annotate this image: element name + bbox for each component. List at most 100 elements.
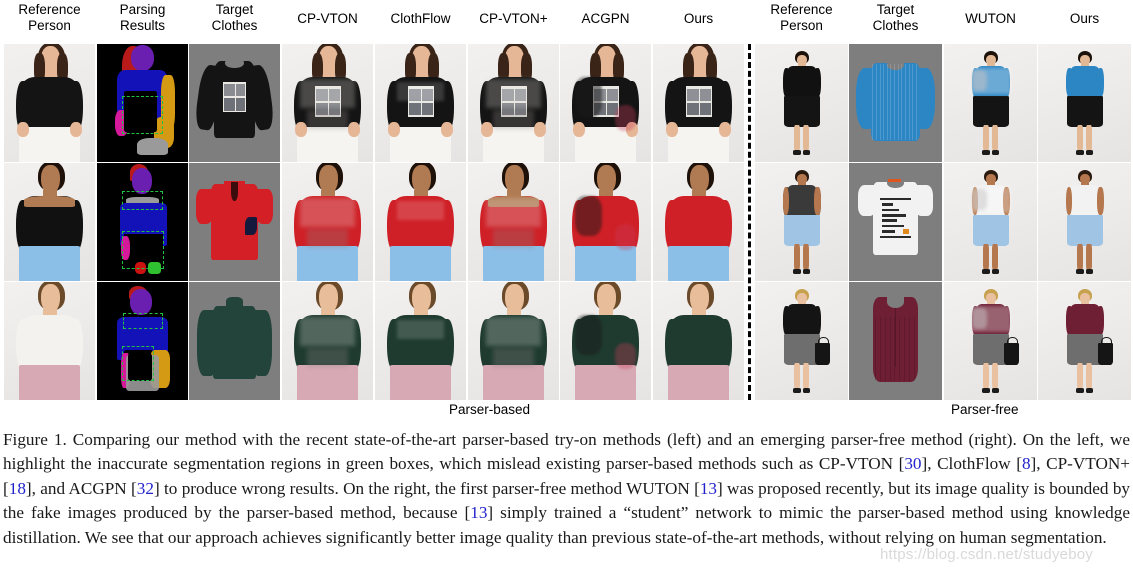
panel-image	[755, 282, 848, 400]
panel-image	[4, 282, 95, 400]
panel-image	[653, 282, 744, 400]
parser-free-label: Parser-free	[951, 402, 1019, 417]
panel-image	[944, 163, 1037, 281]
column-header-line2: Clothes	[211, 17, 258, 33]
section-divider	[748, 44, 751, 400]
panel-image	[560, 282, 651, 400]
caption-text: ], ClothFlow [	[921, 454, 1022, 474]
column-header-line1: ClothFlow	[390, 11, 451, 26]
cell-left-r3-clothflow	[375, 282, 466, 400]
panel-image	[755, 163, 848, 281]
cell-right-r1-reference-person	[755, 44, 848, 162]
column-header-line1: ACGPN	[581, 11, 630, 26]
highlight-box	[122, 95, 164, 134]
panel-image	[189, 44, 280, 162]
panel-image	[282, 44, 373, 162]
panel-image	[97, 163, 188, 281]
panel-image	[1038, 44, 1131, 162]
cell-left-r2-cp-vton	[282, 163, 373, 281]
column-header-line2: Person	[28, 17, 71, 33]
cell-right-r3-ours-right	[1038, 282, 1131, 400]
column-headers: Reference Person Parsing Results Target Cloth…	[0, 0, 1133, 42]
caption-text: ], and ACGPN [	[25, 478, 137, 498]
panel-image	[282, 163, 373, 281]
column-header-line1: WUTON	[965, 11, 1016, 26]
cell-left-r1-cp-vton-plus	[468, 44, 559, 162]
panel-image	[944, 282, 1037, 400]
caption-reference: 32	[136, 478, 154, 498]
cell-left-r3-cp-vton-plus	[468, 282, 559, 400]
cell-left-r1-target-clothes	[189, 44, 280, 162]
highlight-box	[123, 312, 164, 330]
column-header-target-clothes-left: Target Clothes	[189, 2, 280, 33]
column-header-line1: Ours	[1069, 11, 1100, 26]
panel-image	[849, 282, 942, 400]
cell-left-r3-cp-vton	[282, 282, 373, 400]
column-header-cp-vton-plus-left: CP-VTON+	[468, 11, 559, 27]
panel-image	[189, 282, 280, 400]
column-header-line1: Target	[215, 2, 254, 17]
panel-image	[97, 44, 188, 162]
cell-right-r1-wuton	[944, 44, 1037, 162]
cell-left-r1-parsing-results	[97, 44, 188, 162]
column-header-line2: Clothes	[872, 17, 919, 33]
cell-left-r1-acgpn	[560, 44, 651, 162]
figure-container: Reference Person Parsing Results Target Cloth…	[0, 0, 1133, 579]
panel-image	[944, 44, 1037, 162]
cell-left-r1-cp-vton	[282, 44, 373, 162]
cell-right-r2-reference-person	[755, 163, 848, 281]
panel-image	[1038, 163, 1131, 281]
column-header-reference-person-left: Reference Person	[4, 2, 95, 33]
panel-image	[849, 163, 942, 281]
panel-image	[468, 44, 559, 162]
cell-right-r3-target-clothes	[849, 282, 942, 400]
cell-right-r1-target-clothes	[849, 44, 942, 162]
panel-image	[97, 282, 188, 400]
cell-left-r3-target-clothes	[189, 282, 280, 400]
column-header-ours-right-right: Ours	[1038, 11, 1131, 27]
panel-image	[755, 44, 848, 162]
column-header-line2: Person	[780, 17, 823, 33]
panel-image	[4, 44, 95, 162]
cell-left-r2-target-clothes	[189, 163, 280, 281]
cell-left-r2-ours-left	[653, 163, 744, 281]
caption-reference: 30	[904, 454, 922, 474]
column-header-reference-person-right: Reference Person	[755, 2, 848, 33]
column-header-line1: Target	[876, 2, 915, 17]
panel-image	[468, 282, 559, 400]
cell-left-r1-clothflow	[375, 44, 466, 162]
panel-image	[653, 163, 744, 281]
column-header-acgpn-left: ACGPN	[560, 11, 651, 27]
cell-left-r2-acgpn	[560, 163, 651, 281]
panel-image	[4, 163, 95, 281]
highlight-box	[121, 345, 155, 382]
cell-right-r3-reference-person	[755, 282, 848, 400]
cell-left-r2-cp-vton-plus	[468, 163, 559, 281]
highlight-box	[122, 231, 165, 270]
column-header-line1: Reference	[18, 2, 81, 17]
panel-image	[375, 163, 466, 281]
column-header-wuton-right: WUTON	[944, 11, 1037, 27]
column-header-line1: CP-VTON+	[479, 11, 548, 26]
panel-image	[375, 282, 466, 400]
column-header-target-clothes-right: Target Clothes	[849, 2, 942, 33]
caption-reference: 13	[699, 478, 718, 498]
column-header-line1: Reference	[770, 2, 833, 17]
panel-image	[849, 44, 942, 162]
column-header-line1: CP-VTON	[297, 11, 358, 26]
cell-left-r2-parsing-results	[97, 163, 188, 281]
panel-image	[468, 163, 559, 281]
figure-caption: Figure 1. Comparing our method with the …	[3, 428, 1130, 550]
cell-left-r3-reference-person	[4, 282, 95, 400]
panel-image	[560, 163, 651, 281]
cell-left-r2-clothflow	[375, 163, 466, 281]
caption-reference: 8	[1021, 454, 1031, 474]
cell-right-r2-ours-right	[1038, 163, 1131, 281]
parser-based-label: Parser-based	[449, 402, 531, 417]
cell-left-r1-reference-person	[4, 44, 95, 162]
cell-right-r1-ours-right	[1038, 44, 1131, 162]
cell-right-r2-wuton	[944, 163, 1037, 281]
column-header-line1: Parsing	[119, 2, 166, 17]
cell-left-r1-ours-left	[653, 44, 744, 162]
panel-image	[560, 44, 651, 162]
